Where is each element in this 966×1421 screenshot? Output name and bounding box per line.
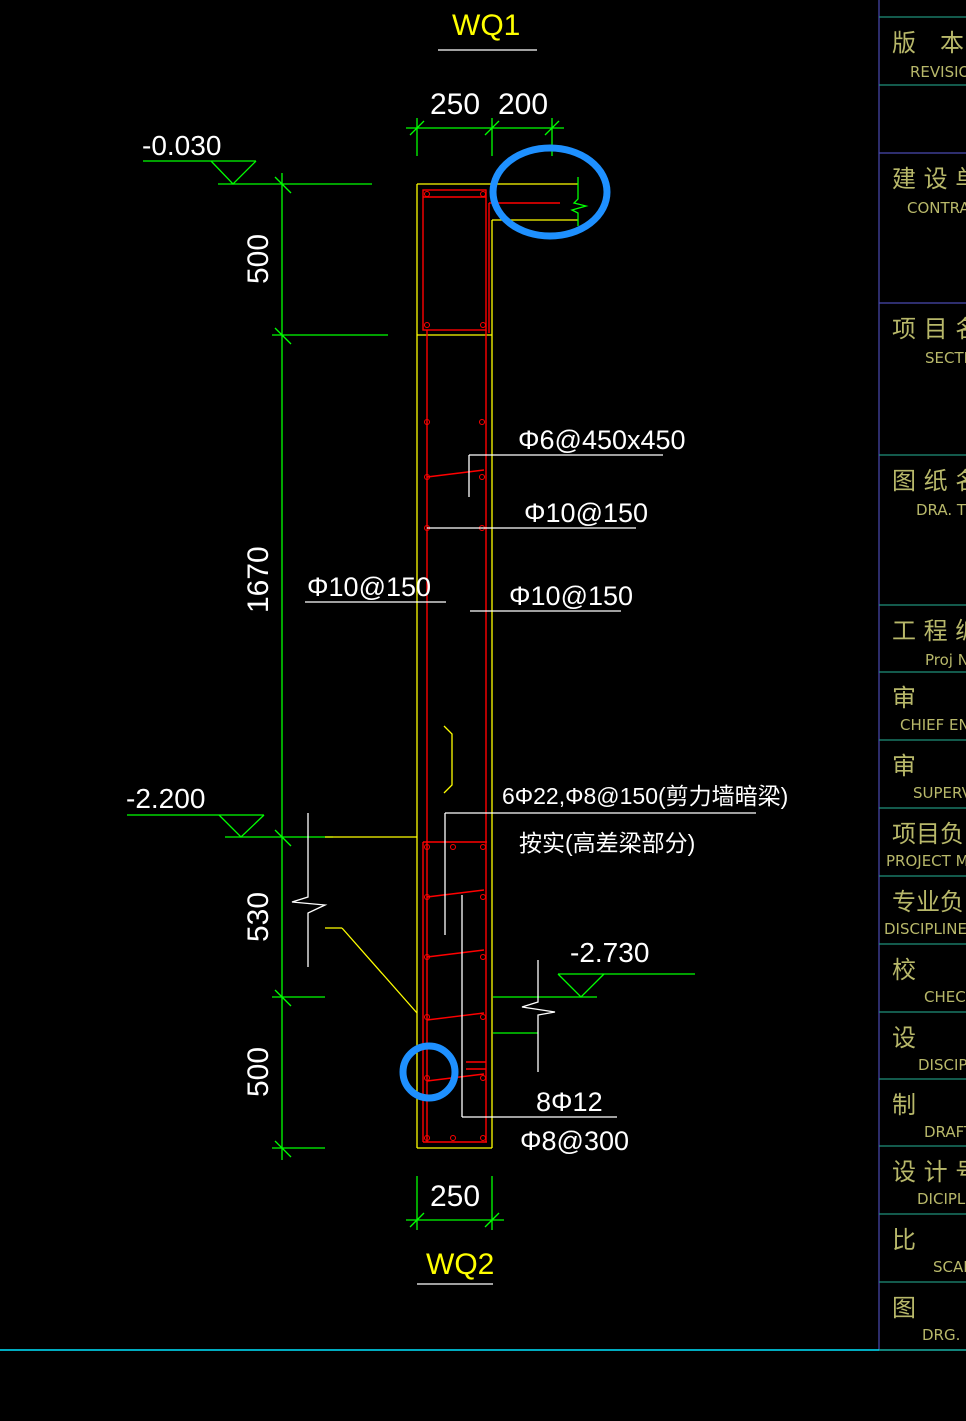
label-horiz-right: Φ10@150 (524, 498, 648, 528)
title-block-label-en: CHECK (924, 988, 966, 1006)
title-block-label-cn: 工 程 编 (892, 617, 966, 645)
label-tie: Φ6@450x450 (518, 425, 686, 455)
dim-1670: 1670 (242, 546, 275, 613)
title-block: 版 本 REVISION 建 设 单 CONTRAC 项 目 名 SECTIO 图 纸 名 D… (879, 16, 966, 1351)
title-block-label-cn: 专业负 (892, 888, 964, 916)
title-block-label-en: DISCIPL (918, 1056, 966, 1074)
dim-500-bottom: 500 (242, 1047, 275, 1097)
label-vert-left: Φ10@150 (307, 572, 431, 602)
elevation-marker-low (493, 973, 695, 998)
title-block-label-cn: 制 (892, 1091, 916, 1119)
title-block-label-en: DRA. TI (916, 501, 966, 519)
title-block-label-cn: 审 (892, 684, 916, 712)
title-wq1: WQ1 (452, 9, 520, 42)
label-bottom-stirrup: Φ8@300 (520, 1126, 629, 1156)
title-block-label-cn: 图 (892, 1294, 916, 1322)
title-block-label-en: REVISION (910, 63, 966, 81)
title-block-label-cn: 审 (892, 752, 916, 780)
elevation-2730: -2.730 (570, 937, 649, 968)
dim-500-top: 500 (242, 234, 275, 284)
title-block-label-cn: 比 (892, 1226, 916, 1254)
dim-250: 250 (430, 88, 480, 121)
title-block-label-cn: 校 (892, 956, 916, 984)
title-block-label-cn: 设 计 号 (892, 1158, 966, 1186)
dim-250-bottom: 250 (430, 1180, 480, 1213)
title-block-label-en: DISCIPLINE M (884, 920, 966, 938)
label-vert-right: Φ10@150 (509, 581, 633, 611)
title-block-label-cn: 项 目 名 (892, 315, 966, 343)
cad-drawing: WQ1 WQ2 250 200 250 500 1670 530 500 -0.… (0, 0, 966, 1351)
break-line-right (521, 960, 556, 1072)
title-block-label-en: SUPERVI (913, 784, 966, 802)
label-beam-1: 6Φ22,Φ8@150(剪力墙暗梁) (502, 783, 788, 809)
title-block-label-en: PROJECT MA (886, 852, 966, 870)
title-wq2: WQ2 (426, 1248, 494, 1281)
label-beam-2: 按实(高差梁部分) (519, 830, 695, 856)
dim-200: 200 (498, 88, 548, 121)
elevation-marker-top (143, 160, 257, 185)
title-block-label-en: SCAL (933, 1258, 966, 1276)
title-block-label-en: DICIPLIN (917, 1190, 966, 1208)
elevation-2200: -2.200 (126, 783, 205, 814)
elevation-0030: -0.030 (142, 130, 221, 161)
title-block-label-cn: 版 本 (892, 29, 964, 57)
rebar-dots (424, 191, 486, 1141)
title-block-label-cn: 项目负 (892, 820, 964, 848)
highlight-circle-bottom (399, 1042, 459, 1102)
dim-530: 530 (242, 892, 275, 942)
title-block-label-en: DRG. N (922, 1326, 966, 1344)
title-block-label-en: CONTRAC (907, 199, 966, 217)
title-block-label-cn: 设 (892, 1024, 916, 1052)
elevation-marker-mid (127, 814, 265, 838)
title-block-label-cn: 图 纸 名 (892, 467, 966, 495)
title-block-label-en: Proj N (925, 651, 966, 669)
wall-outline (325, 183, 578, 1149)
title-block-label-cn: 建 设 单 (892, 165, 966, 193)
title-block-label-en: CHIEF ENG (900, 716, 966, 734)
vertical-dimension (218, 173, 388, 1160)
label-bottom-main: 8Φ12 (536, 1087, 603, 1117)
title-block-label-en: DRAFT (924, 1123, 966, 1141)
title-block-label-en: SECTIO (925, 349, 966, 367)
highlight-circle-top (489, 144, 611, 240)
break-line-left (291, 813, 328, 967)
